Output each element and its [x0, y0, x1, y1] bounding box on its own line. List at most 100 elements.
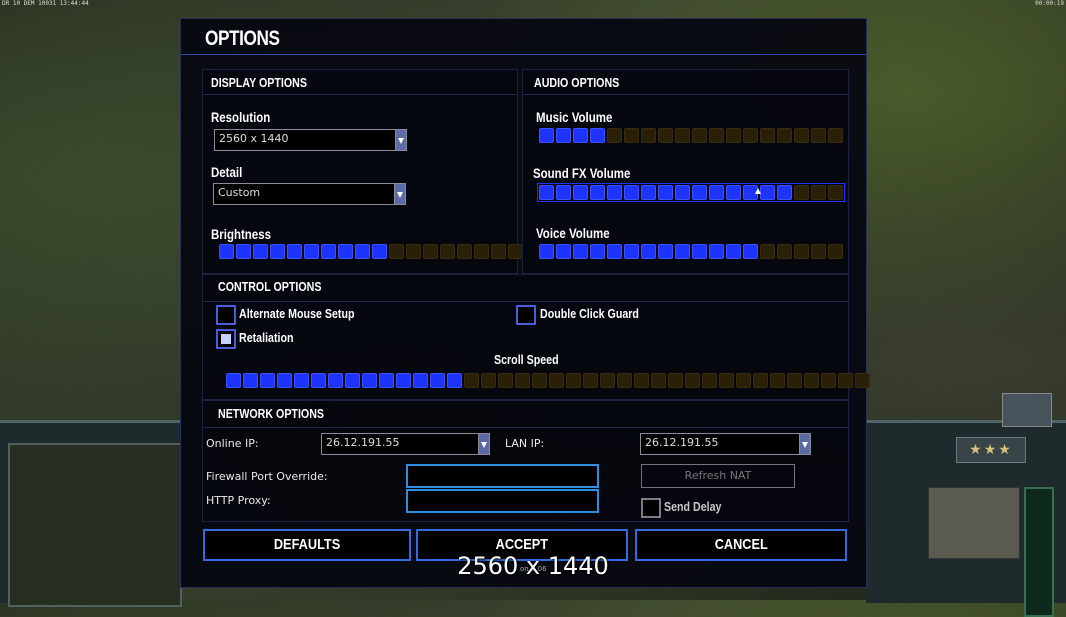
- slider-segment-filled[interactable]: [675, 185, 690, 200]
- slider-segment-empty[interactable]: [658, 128, 673, 143]
- chevron-down-icon[interactable]: [395, 130, 406, 150]
- music-volume-slider[interactable]: [539, 128, 843, 143]
- slider-segment-filled[interactable]: [726, 244, 741, 259]
- slider-segment-filled[interactable]: [539, 185, 554, 200]
- slider-segment-empty[interactable]: [515, 373, 530, 388]
- detail-dropdown[interactable]: Custom: [213, 183, 406, 205]
- slider-segment-filled[interactable]: [641, 185, 656, 200]
- slider-segment-filled[interactable]: [590, 185, 605, 200]
- slider-segment-empty[interactable]: [685, 373, 700, 388]
- slider-segment-filled[interactable]: [328, 373, 343, 388]
- slider-segment-filled[interactable]: [413, 373, 428, 388]
- slider-segment-filled[interactable]: [760, 185, 775, 200]
- slider-segment-empty[interactable]: [423, 244, 438, 259]
- slider-segment-filled[interactable]: [236, 244, 251, 259]
- scroll-speed-slider[interactable]: [226, 373, 870, 388]
- resolution-dropdown[interactable]: 2560 x 1440: [214, 129, 407, 151]
- unit-portrait-icon[interactable]: [1002, 393, 1052, 427]
- slider-segment-empty[interactable]: [770, 373, 785, 388]
- slider-segment-empty[interactable]: [508, 244, 523, 259]
- http-proxy-input[interactable]: [406, 489, 599, 513]
- slider-segment-empty[interactable]: [617, 373, 632, 388]
- slider-segment-filled[interactable]: [556, 128, 571, 143]
- slider-segment-filled[interactable]: [624, 244, 639, 259]
- slider-segment-filled[interactable]: [573, 244, 588, 259]
- slider-segment-filled[interactable]: [270, 244, 285, 259]
- slider-segment-filled[interactable]: [379, 373, 394, 388]
- slider-segment-empty[interactable]: [600, 373, 615, 388]
- slider-segment-filled[interactable]: [641, 244, 656, 259]
- slider-segment-filled[interactable]: [777, 185, 792, 200]
- voice-volume-slider[interactable]: [539, 244, 843, 259]
- slider-segment-filled[interactable]: [709, 185, 724, 200]
- slider-segment-empty[interactable]: [760, 128, 775, 143]
- slider-segment-filled[interactable]: [226, 373, 241, 388]
- slider-segment-filled[interactable]: [338, 244, 353, 259]
- slider-segment-empty[interactable]: [787, 373, 802, 388]
- slider-segment-empty[interactable]: [651, 373, 666, 388]
- slider-segment-empty[interactable]: [549, 373, 564, 388]
- slider-segment-empty[interactable]: [498, 373, 513, 388]
- chevron-down-icon[interactable]: [478, 434, 489, 454]
- slider-segment-empty[interactable]: [804, 373, 819, 388]
- retaliation-checkbox[interactable]: [216, 329, 236, 349]
- slider-segment-empty[interactable]: [709, 128, 724, 143]
- slider-segment-empty[interactable]: [736, 373, 751, 388]
- slider-segment-empty[interactable]: [753, 373, 768, 388]
- slider-segment-empty[interactable]: [607, 128, 622, 143]
- slider-segment-empty[interactable]: [702, 373, 717, 388]
- slider-segment-filled[interactable]: [556, 185, 571, 200]
- slider-segment-filled[interactable]: [590, 128, 605, 143]
- slider-segment-filled[interactable]: [658, 244, 673, 259]
- slider-segment-empty[interactable]: [855, 373, 870, 388]
- slider-segment-filled[interactable]: [556, 244, 571, 259]
- slider-thumb-icon[interactable]: [755, 188, 761, 194]
- slider-segment-filled[interactable]: [321, 244, 336, 259]
- slider-segment-empty[interactable]: [811, 128, 826, 143]
- slider-segment-filled[interactable]: [539, 128, 554, 143]
- slider-segment-empty[interactable]: [777, 128, 792, 143]
- slider-segment-empty[interactable]: [491, 244, 506, 259]
- slider-segment-empty[interactable]: [777, 244, 792, 259]
- slider-segment-empty[interactable]: [532, 373, 547, 388]
- slider-segment-filled[interactable]: [311, 373, 326, 388]
- slider-segment-empty[interactable]: [828, 128, 843, 143]
- slider-segment-filled[interactable]: [430, 373, 445, 388]
- slider-segment-filled[interactable]: [294, 373, 309, 388]
- slider-segment-empty[interactable]: [406, 244, 421, 259]
- slider-segment-filled[interactable]: [726, 185, 741, 200]
- slider-segment-empty[interactable]: [838, 373, 853, 388]
- chevron-down-icon[interactable]: [799, 434, 810, 454]
- slider-segment-empty[interactable]: [668, 373, 683, 388]
- slider-segment-empty[interactable]: [641, 128, 656, 143]
- minimap[interactable]: [8, 443, 182, 607]
- slider-segment-empty[interactable]: [675, 128, 690, 143]
- slider-segment-empty[interactable]: [794, 185, 809, 200]
- slider-segment-filled[interactable]: [304, 244, 319, 259]
- slider-segment-filled[interactable]: [372, 244, 387, 259]
- slider-segment-empty[interactable]: [457, 244, 472, 259]
- slider-segment-empty[interactable]: [828, 244, 843, 259]
- slider-segment-empty[interactable]: [440, 244, 455, 259]
- slider-segment-empty[interactable]: [389, 244, 404, 259]
- slider-segment-empty[interactable]: [481, 373, 496, 388]
- slider-segment-filled[interactable]: [447, 373, 462, 388]
- online-ip-dropdown[interactable]: 26.12.191.55: [321, 433, 490, 455]
- slider-segment-filled[interactable]: [607, 244, 622, 259]
- slider-segment-empty[interactable]: [811, 244, 826, 259]
- slider-segment-empty[interactable]: [743, 128, 758, 143]
- slider-segment-filled[interactable]: [253, 244, 268, 259]
- firewall-port-input[interactable]: [406, 464, 599, 488]
- slider-segment-filled[interactable]: [709, 244, 724, 259]
- slider-segment-empty[interactable]: [726, 128, 741, 143]
- slider-segment-empty[interactable]: [474, 244, 489, 259]
- chevron-down-icon[interactable]: [394, 184, 405, 204]
- slider-segment-empty[interactable]: [692, 128, 707, 143]
- slider-segment-filled[interactable]: [355, 244, 370, 259]
- slider-segment-empty[interactable]: [794, 128, 809, 143]
- refresh-nat-button[interactable]: Refresh NAT: [641, 464, 795, 488]
- double-click-guard-checkbox[interactable]: [516, 305, 536, 325]
- slider-segment-empty[interactable]: [624, 128, 639, 143]
- slider-segment-empty[interactable]: [828, 185, 843, 200]
- alternate-mouse-checkbox[interactable]: [216, 305, 236, 325]
